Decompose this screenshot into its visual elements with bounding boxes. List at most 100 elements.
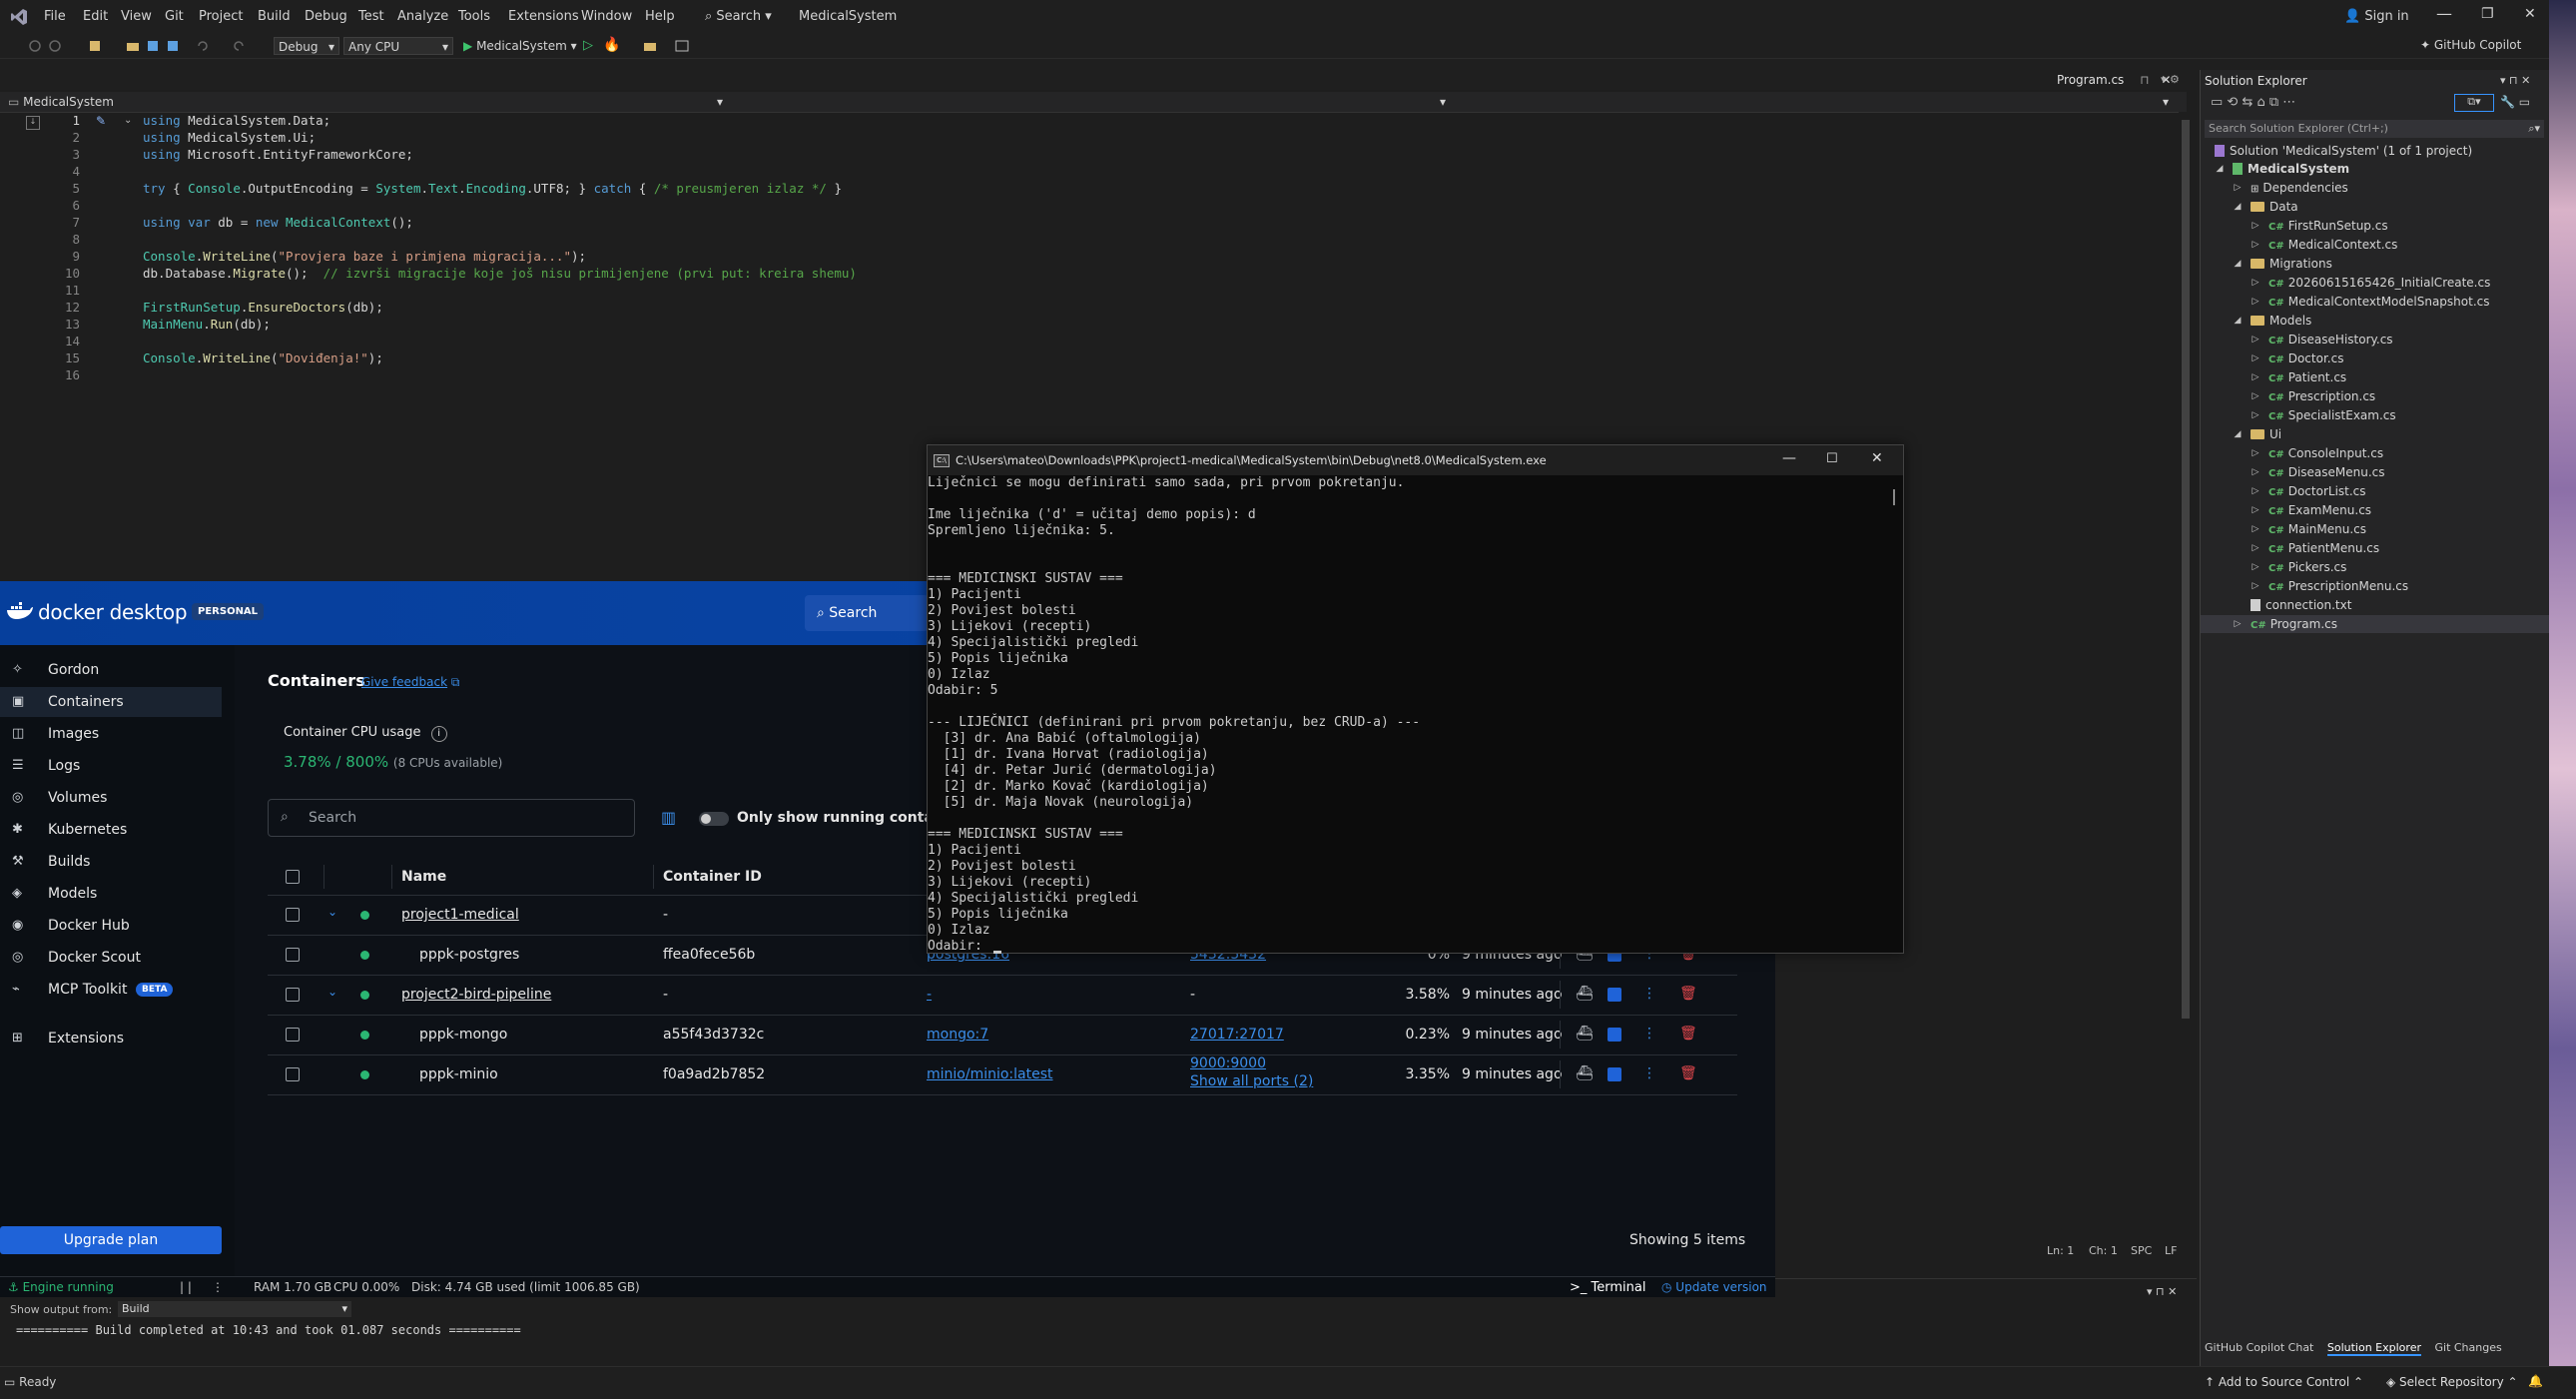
breakpoint-margin-icon[interactable]: ↓ [26,116,40,130]
tree-item[interactable]: C# DiseaseMenu.cs [2268,463,2385,481]
collapse-arrow-icon[interactable]: ◢ [2233,425,2243,443]
expand-arrow-icon[interactable]: ▷ [2233,615,2243,633]
tree-item[interactable]: Ui [2251,425,2281,443]
container-name[interactable]: pppk-minio [419,1066,498,1082]
properties-icon[interactable]: 🔧 ▭ [2500,95,2530,109]
expand-arrow-icon[interactable]: ▷ [2251,558,2260,576]
scrollbar-thumb[interactable] [2182,120,2190,1019]
show-all-files-icon[interactable]: ⧉▾ [2454,94,2494,112]
tree-item[interactable]: C# Patient.cs [2268,368,2346,386]
expand-arrow-icon[interactable]: ▷ [2251,539,2260,557]
tree-item[interactable]: C# Pickers.cs [2268,558,2346,576]
tree-item[interactable]: C# 20260615165426_InitialCreate.cs [2268,274,2490,292]
delete-container-icon[interactable]: 🗑 [1679,1026,1697,1042]
port-link[interactable]: 27017:27017 [1190,1027,1284,1043]
menu-git[interactable]: Git [165,9,184,24]
container-row[interactable]: ⌄ project2-bird-pipeline - - - 3.58% 9 minutes… [268,975,1737,1016]
tree-item[interactable]: C# Program.cs [2251,615,2337,633]
container-name[interactable]: project1-medical [401,907,519,923]
stop-container-icon[interactable] [1608,988,1621,1002]
nav-kubernetes[interactable]: ✱ Kubernetes [0,815,222,845]
view-details-icon[interactable]: ⛴ [1576,986,1594,1002]
delete-container-icon[interactable]: 🗑 [1679,1065,1697,1081]
global-search[interactable]: ⌕ Search ▾ [705,9,772,24]
tree-item[interactable]: C# PrescriptionMenu.cs [2268,577,2408,595]
menu-project[interactable]: Project [199,9,243,24]
tree-item[interactable]: C# SpecialistExam.cs [2268,406,2396,424]
more-actions-icon[interactable]: ⋮ [1641,1065,1657,1081]
update-version-button[interactable]: ◷ Update version [1661,1280,1767,1294]
console-scrollbar[interactable] [1893,489,1895,505]
menu-extensions[interactable]: Extensions [508,9,579,24]
more-icon[interactable]: ⋮ [212,1280,224,1294]
docker-search-button[interactable]: ⌕ Search [805,595,929,631]
expand-arrow-icon[interactable]: ▷ [2251,331,2260,349]
tree-item[interactable]: Data [2251,198,2298,216]
nav-logs[interactable]: ☰ Logs [0,751,222,781]
tree-item[interactable]: Migrations [2251,255,2332,273]
menu-view[interactable]: View [121,9,152,24]
tree-item[interactable]: C# ConsoleInput.cs [2268,444,2383,462]
expand-arrow-icon[interactable]: ▷ [2251,463,2260,481]
nav-extensions[interactable]: ⊞ Extensions [0,1024,222,1053]
menu-debug[interactable]: Debug [305,9,347,24]
add-source-control-button[interactable]: ↑ Add to Source Control ⌃ [2205,1375,2363,1389]
row-checkbox[interactable] [286,908,300,922]
menu-window[interactable]: Window [581,9,632,24]
container-name[interactable]: pppk-postgres [419,947,519,963]
row-checkbox[interactable] [286,1067,300,1081]
menu-build[interactable]: Build [258,9,291,24]
menu-edit[interactable]: Edit [83,9,108,24]
whitespace-indicator[interactable]: SPC [2131,1244,2152,1257]
project-nav-select[interactable]: ▭ MedicalSystem ▾ [8,94,723,110]
more-actions-icon[interactable]: ⋮ [1641,986,1657,1002]
editor-vertical-scrollbar[interactable] [2179,112,2193,1240]
tree-item[interactable]: C# Doctor.cs [2268,350,2343,367]
nav-docker-hub[interactable]: ◉ Docker Hub [0,911,222,941]
tab-program-cs[interactable]: Program.cs ⊓ ✕ [2057,73,2171,87]
menu-file[interactable]: File [44,9,66,24]
minimize-window-button[interactable]: — [2436,4,2452,23]
panel-pin-close-icon[interactable]: ▾ ⊓ ✕ [2147,1285,2177,1298]
expand-arrow-icon[interactable]: ▷ [2251,217,2260,235]
container-row[interactable]: pppk-mongo a55f43d3732c mongo:7 27017:27017… [268,1015,1737,1055]
container-name[interactable]: project2-bird-pipeline [401,987,551,1003]
container-id-column-header[interactable]: Container ID [663,869,762,885]
redo-icon[interactable] [232,39,246,53]
menu-help[interactable]: Help [645,9,675,24]
tree-item[interactable]: C# FirstRunSetup.cs [2268,217,2388,235]
type-nav-select[interactable]: ▾ [731,94,1446,110]
view-details-icon[interactable]: ⛴ [1576,1026,1594,1042]
collapse-arrow-icon[interactable]: ◢ [2233,255,2243,273]
collapse-arrow-icon[interactable]: ◢ [2233,198,2243,216]
terminal-button[interactable]: >_ Terminal [1570,1280,1645,1295]
save-icon[interactable] [146,39,160,53]
expand-arrow-icon[interactable]: ▷ [2251,444,2260,462]
menu-analyze[interactable]: Analyze [397,9,448,24]
more-actions-icon[interactable]: ⋮ [1641,1026,1657,1042]
console-close-button[interactable]: ✕ [1871,450,1883,466]
console-output[interactable]: Liječnici se mogu definirati samo sada, … [928,475,1886,954]
tab-copilot-chat[interactable]: GitHub Copilot Chat [2205,1341,2313,1354]
menu-test[interactable]: Test [358,9,384,24]
nav-mcp-toolkit[interactable]: ⌁ MCP Toolkit BETA [0,975,222,1005]
stop-container-icon[interactable] [1608,1028,1621,1042]
give-feedback-link[interactable]: Give feedback ⧉ [361,675,459,690]
tree-item[interactable]: C# DoctorList.cs [2268,482,2366,500]
panel-controls-icon[interactable]: ▾ ⊓ ✕ [2500,74,2530,87]
console-window[interactable]: C:\ C:\Users\mateo\Downloads\PPK\project… [927,444,1904,954]
tree-item[interactable]: C# DiseaseHistory.cs [2268,331,2393,349]
tab-solution-explorer[interactable]: Solution Explorer [2326,1341,2421,1356]
new-project-icon[interactable] [88,39,102,53]
expand-arrow-icon[interactable]: ▷ [2251,577,2260,595]
forward-icon[interactable] [48,39,62,53]
expand-arrow-icon[interactable]: ▷ [2251,274,2260,292]
container-image-link[interactable]: - [927,987,932,1003]
platform-select[interactable]: Any CPU ▾ [343,37,453,55]
select-repository-button[interactable]: ◈ Select Repository ⌃ [2386,1375,2518,1389]
copilot-button[interactable]: ✦ GitHub Copilot [2420,38,2521,52]
solution-search-input[interactable]: Search Solution Explorer (Ctrl+;) ⌕▾ [2205,120,2544,138]
expand-arrow-icon[interactable]: ▷ [2251,368,2260,386]
expand-arrow-icon[interactable]: ▷ [2251,406,2260,424]
select-all-checkbox[interactable] [286,870,300,884]
